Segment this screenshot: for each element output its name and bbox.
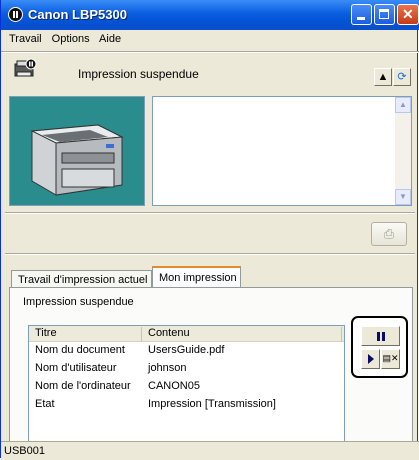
menu-bar: Travail Options Aide	[9, 33, 128, 49]
menu-travail[interactable]: Travail	[9, 33, 42, 45]
cancel-job-icon: ▤✕	[382, 353, 399, 363]
status-message-box[interactable]: ▲ ▼	[152, 96, 412, 206]
printer-illustration	[30, 124, 124, 196]
resume-button[interactable]	[361, 349, 380, 369]
refresh-icon: ⟳	[397, 71, 407, 83]
tab-my-print[interactable]: Mon impression	[152, 266, 241, 287]
row-value: UsersGuide.pdf	[148, 344, 225, 356]
cancel-job-button[interactable]: ▤✕	[381, 349, 400, 369]
toolbar-divider	[5, 212, 415, 214]
section-divider	[5, 253, 415, 255]
print-button[interactable]: ⎙	[371, 222, 407, 246]
job-controls-highlight: ▤✕	[351, 316, 408, 378]
pause-button[interactable]	[361, 326, 400, 346]
close-icon: ✕	[402, 6, 414, 22]
row-label: Nom de l'ordinateur	[35, 380, 131, 392]
column-content[interactable]: Contenu	[142, 327, 342, 341]
table-row: Etat Impression [Transmission]	[29, 398, 344, 412]
printer-properties-icon: ▲	[377, 71, 389, 83]
row-value: johnson	[148, 362, 187, 374]
printer-properties-button[interactable]: ▲	[374, 68, 392, 86]
column-title[interactable]: Titre	[29, 327, 142, 341]
job-table: Titre Contenu Nom du document UsersGuide…	[28, 325, 345, 443]
printer-status: Impression suspendue	[78, 67, 199, 81]
pause-icon	[8, 7, 23, 22]
tab-current-job[interactable]: Travail d'impression actuel	[11, 270, 152, 288]
row-label: Nom d'utilisateur	[35, 362, 117, 374]
port-label: USB001	[4, 445, 45, 457]
menu-options[interactable]: Options	[52, 33, 90, 45]
minimize-button[interactable]	[351, 4, 372, 25]
menu-divider	[1, 51, 419, 53]
row-value: CANON05	[148, 380, 200, 392]
refresh-button[interactable]: ⟳	[393, 68, 411, 86]
print-icon: ⎙	[383, 226, 395, 241]
title-bar[interactable]: Canon LBP5300 ✕	[1, 0, 419, 30]
row-value: Impression [Transmission]	[148, 398, 276, 410]
window-title: Canon LBP5300	[28, 7, 127, 22]
message-scrollbar[interactable]: ▲ ▼	[395, 97, 411, 205]
scroll-down-icon[interactable]: ▼	[395, 189, 411, 205]
row-label: Nom du document	[35, 344, 125, 356]
printer-icon	[14, 58, 37, 77]
close-button[interactable]: ✕	[397, 4, 419, 25]
main-window: Canon LBP5300 ✕ Travail Options Aide Imp…	[0, 0, 419, 460]
table-header: Titre Contenu	[29, 326, 344, 342]
printer-image	[9, 96, 145, 206]
table-row: Nom d'utilisateur johnson	[29, 362, 344, 376]
table-row: Nom du document UsersGuide.pdf	[29, 344, 344, 358]
menu-aide[interactable]: Aide	[99, 33, 121, 45]
scroll-up-icon[interactable]: ▲	[395, 97, 411, 113]
status-bar: USB001	[1, 441, 419, 460]
maximize-button[interactable]	[374, 4, 395, 25]
job-status: Impression suspendue	[23, 296, 134, 308]
table-row: Nom de l'ordinateur CANON05	[29, 380, 344, 394]
row-label: Etat	[35, 398, 55, 410]
